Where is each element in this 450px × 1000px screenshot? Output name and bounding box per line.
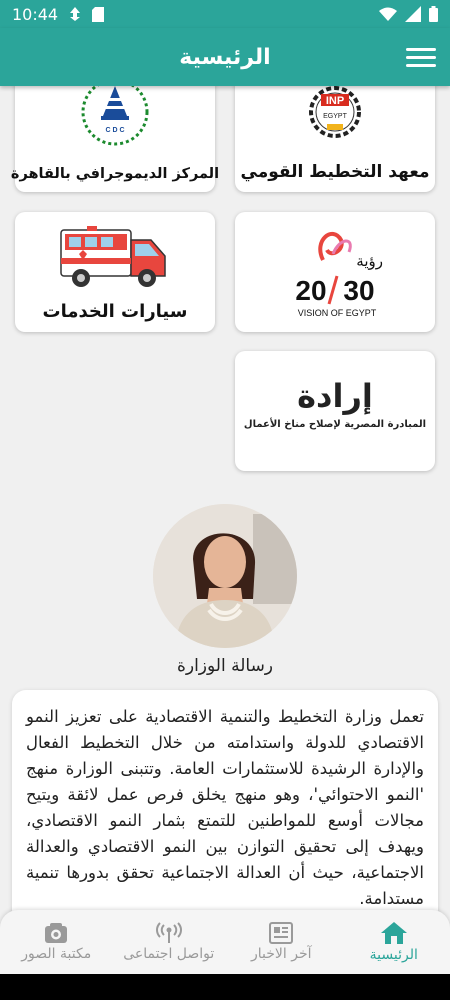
- svg-text:30: 30: [343, 275, 374, 306]
- nav-news-label: آخر الاخبار: [251, 946, 312, 962]
- minister-caption: رسالة الوزارة: [176, 656, 274, 676]
- nav-news[interactable]: آخر الاخبار: [226, 922, 336, 962]
- wifi-icon: [379, 7, 397, 21]
- card-inp[interactable]: INP EGYPT معهد التخطيط القومي: [235, 86, 435, 192]
- home-content[interactable]: INP EGYPT معهد التخطيط القومي C D C المر…: [0, 86, 450, 912]
- home-icon: [380, 922, 407, 944]
- message-text: تعمل وزارة التخطيط والتنمية الاقتصادية ع…: [26, 707, 424, 908]
- inp-logo: INP EGYPT: [309, 86, 361, 138]
- erada-subtitle: المبادرة المصرية لإصلاح مناخ الأعمال: [243, 418, 427, 430]
- menu-icon[interactable]: [406, 43, 436, 71]
- card-ambulance[interactable]: سيارات الخدمات: [15, 212, 215, 332]
- page-title: الرئيسية: [179, 44, 271, 70]
- card-ambulance-label: سيارات الخدمات: [42, 301, 188, 322]
- svg-text:EGYPT: EGYPT: [323, 113, 347, 120]
- data-saver-icon: [68, 6, 82, 22]
- system-navigation-bar: [0, 974, 450, 1000]
- minister-photo: [153, 504, 297, 648]
- card-erada[interactable]: إرادة المبادرة المصرية لإصلاح مناخ الأعم…: [235, 351, 435, 471]
- svg-text:VISION OF EGYPT: VISION OF EGYPT: [298, 308, 377, 318]
- sd-card-icon: [92, 6, 105, 22]
- news-icon: [269, 922, 294, 944]
- antenna-icon: [155, 922, 182, 943]
- bottom-navigation: الرئيسية آخر الاخبار تواصل اجتماعى مكتبة…: [0, 910, 450, 974]
- card-cdc-label: المركز الديموجرافي بالقاهرة: [10, 166, 220, 182]
- message-card: تعمل وزارة التخطيط والتنمية الاقتصادية ع…: [12, 690, 438, 912]
- erada-title: إرادة: [297, 376, 373, 415]
- svg-text:رؤية: رؤية: [356, 252, 383, 270]
- nav-home[interactable]: الرئيسية: [339, 921, 449, 963]
- status-bar: 10:44: [0, 0, 450, 28]
- card-vision-2030[interactable]: رؤية 20 30 VISION OF EGYPT: [235, 212, 435, 332]
- nav-home-label: الرئيسية: [369, 947, 418, 963]
- battery-icon: [429, 6, 438, 22]
- card-cdc[interactable]: C D C المركز الديموجرافي بالقاهرة: [11, 86, 219, 192]
- vision-2030-logo: رؤية 20 30 VISION OF EGYPT: [295, 232, 383, 318]
- camera-icon: [45, 923, 68, 943]
- nav-gallery[interactable]: مكتبة الصور: [1, 922, 111, 962]
- nav-gallery-label: مكتبة الصور: [21, 946, 92, 962]
- ambulance-icon: [60, 226, 166, 287]
- svg-text:20: 20: [295, 275, 326, 306]
- card-inp-label: معهد التخطيط القومي: [240, 162, 430, 182]
- svg-text:C D C: C D C: [105, 127, 124, 134]
- status-time: 10:44: [12, 4, 59, 24]
- signal-icon: [405, 6, 421, 22]
- nav-social-label: تواصل اجتماعى: [123, 946, 215, 962]
- nav-social[interactable]: تواصل اجتماعى: [114, 922, 224, 962]
- cdc-logo: C D C: [81, 86, 149, 146]
- app-bar: الرئيسية: [0, 28, 450, 86]
- svg-text:INP: INP: [326, 95, 344, 107]
